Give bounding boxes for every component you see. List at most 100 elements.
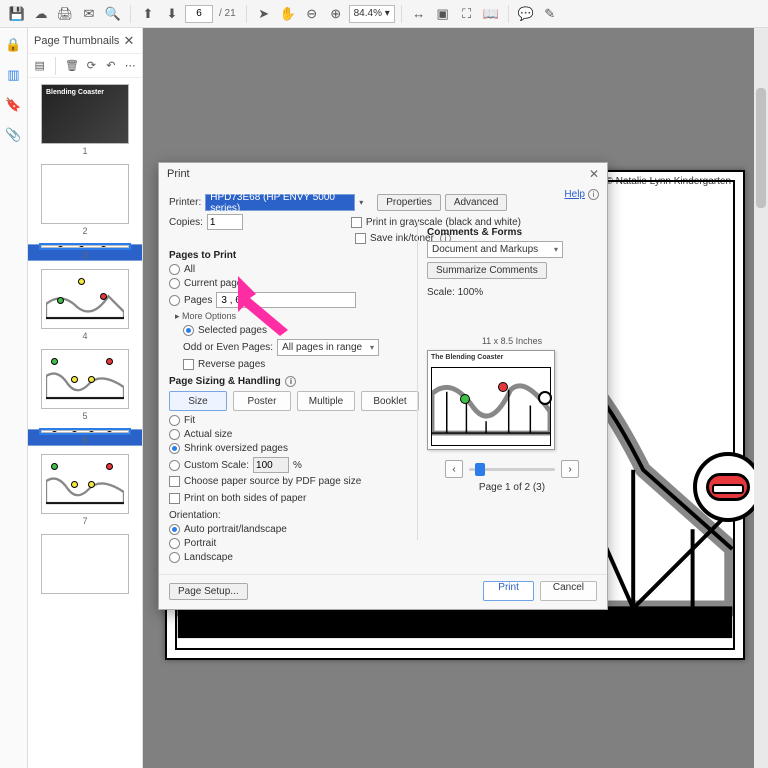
print-preview: The Blending Coaster — [427, 350, 555, 450]
fit-radio[interactable] — [169, 415, 180, 426]
comments-select[interactable]: Document and Markups — [427, 241, 563, 258]
app-toolbar: 💾 ☁ 🖨 ✉ 🔍 ⬆ ⬇ / 21 ➤ ✋ ⊖ ⊕ 84.4% ▾ ↔ ▣ ⛶… — [0, 0, 768, 28]
copies-input[interactable] — [207, 214, 243, 230]
left-rail: 🔒 ▥ 🔖 📎 — [0, 28, 28, 768]
all-radio[interactable] — [169, 264, 180, 275]
copies-label: Copies: — [169, 217, 203, 228]
save-icon[interactable]: 💾 — [6, 3, 28, 25]
thumb-delete-icon[interactable]: 🗑 — [64, 57, 79, 75]
page-down-icon[interactable]: ⬇ — [161, 3, 183, 25]
portrait-radio[interactable] — [169, 538, 180, 549]
info-icon[interactable]: i — [588, 189, 599, 200]
thumbnail-item[interactable]: Blending Coaster 1 — [41, 84, 129, 156]
thumbnail-panel: Page Thumbnails ✕ ▤ 🗑 ⟳ ↶ ⋯ Blending Coa… — [28, 28, 143, 768]
cloud-upload-icon[interactable]: ☁ — [30, 3, 52, 25]
comment-icon[interactable]: 💬 — [515, 3, 537, 25]
close-icon[interactable]: ✕ — [589, 167, 599, 181]
read-mode-icon[interactable]: 📖 — [480, 3, 502, 25]
tab-multiple[interactable]: Multiple — [297, 391, 355, 411]
page-total-label: / 21 — [219, 8, 236, 19]
scale-label: Scale: 100% — [427, 287, 597, 298]
fit-page-icon[interactable]: ▣ — [432, 3, 454, 25]
auto-orient-radio[interactable] — [169, 524, 180, 535]
email-icon[interactable]: ✉ — [78, 3, 100, 25]
thumb-rotate-icon[interactable]: ⟳ — [84, 57, 99, 75]
thumbnail-item[interactable]: 3 — [28, 244, 142, 261]
thumbnail-toolbar: ▤ 🗑 ⟳ ↶ ⋯ — [28, 54, 142, 78]
odd-even-select[interactable]: All pages in range — [277, 339, 379, 356]
bookmark-icon[interactable]: 🔖 — [3, 94, 25, 116]
attachment-icon[interactable]: 📎 — [3, 124, 25, 146]
summarize-button[interactable]: Summarize Comments — [427, 262, 547, 279]
vertical-scrollbar[interactable] — [754, 28, 768, 768]
tab-size[interactable]: Size — [169, 391, 227, 411]
thumbnail-item[interactable]: 6 — [28, 429, 142, 446]
close-icon[interactable]: ✕ — [122, 34, 136, 48]
paper-size-label: 11 x 8.5 Inches — [427, 336, 597, 346]
comments-heading: Comments & Forms — [427, 227, 597, 238]
lock-icon[interactable]: 🔒 — [3, 34, 25, 56]
grayscale-checkbox[interactable] — [351, 217, 362, 228]
shrink-radio[interactable] — [169, 443, 180, 454]
slider-thumb[interactable] — [475, 463, 485, 476]
thumbnail-list[interactable]: Blending Coaster 1 2 3 4 5 6 7 — [28, 78, 142, 768]
properties-button[interactable]: Properties — [377, 194, 441, 211]
preview-slider[interactable] — [469, 468, 555, 471]
choose-source-checkbox[interactable] — [169, 476, 180, 487]
thumb-undo-icon[interactable]: ↶ — [103, 57, 118, 75]
help-link[interactable]: Help — [564, 189, 585, 200]
zoom-in-icon[interactable]: ⊕ — [325, 3, 347, 25]
thumbnail-item[interactable]: 5 — [41, 349, 129, 421]
selected-pages-radio[interactable] — [183, 325, 194, 336]
custom-scale-radio[interactable] — [169, 460, 180, 471]
cancel-button[interactable]: Cancel — [540, 581, 597, 601]
print-dialog: Print ✕ Help i Printer: HPD73E68 (HP ENV… — [158, 162, 608, 610]
dialog-title: Print — [167, 168, 190, 180]
save-ink-checkbox[interactable] — [355, 233, 366, 244]
reverse-checkbox[interactable] — [183, 359, 194, 370]
pages-to-print-heading: Pages to Print — [169, 250, 419, 261]
pages-input[interactable] — [216, 292, 356, 308]
thumbnail-item[interactable]: 4 — [41, 269, 129, 341]
thumbnail-item[interactable]: 2 — [41, 164, 129, 236]
fullscreen-icon[interactable]: ⛶ — [456, 3, 478, 25]
more-options-toggle[interactable]: ▸ More Options — [175, 311, 236, 322]
pointer-icon[interactable]: ➤ — [253, 3, 275, 25]
orientation-label: Orientation: — [169, 510, 419, 521]
custom-scale-input[interactable] — [253, 457, 289, 473]
both-sides-checkbox[interactable] — [169, 493, 180, 504]
thumb-options-icon[interactable]: ▤ — [32, 57, 47, 75]
tab-poster[interactable]: Poster — [233, 391, 291, 411]
print-icon[interactable]: 🖨 — [54, 3, 76, 25]
zoom-out-icon[interactable]: ⊖ — [301, 3, 323, 25]
thumbnail-title: Page Thumbnails — [34, 35, 119, 47]
next-page-button[interactable]: › — [561, 460, 579, 478]
page-up-icon[interactable]: ⬆ — [137, 3, 159, 25]
sign-icon[interactable]: ✎ — [539, 3, 561, 25]
advanced-button[interactable]: Advanced — [445, 194, 507, 211]
thumbnail-item[interactable] — [41, 534, 129, 594]
mouth-icon — [693, 452, 763, 522]
hand-icon[interactable]: ✋ — [277, 3, 299, 25]
info-icon[interactable]: i — [285, 376, 296, 387]
landscape-radio[interactable] — [169, 552, 180, 563]
zoom-level[interactable]: 84.4% ▾ — [349, 5, 395, 23]
prev-page-button[interactable]: ‹ — [445, 460, 463, 478]
thumbnails-icon[interactable]: ▥ — [3, 64, 25, 86]
sizing-heading: Page Sizing & Handling i — [169, 376, 419, 387]
tab-booklet[interactable]: Booklet — [361, 391, 419, 411]
current-page-radio[interactable] — [169, 278, 180, 289]
fit-width-icon[interactable]: ↔ — [408, 3, 430, 25]
page-number-input[interactable] — [185, 5, 213, 23]
thumb-more-icon[interactable]: ⋯ — [123, 57, 138, 75]
print-button[interactable]: Print — [483, 581, 534, 601]
search-icon[interactable]: 🔍 — [102, 3, 124, 25]
preview-page-count: Page 1 of 2 (3) — [427, 482, 597, 493]
printer-label: Printer: — [169, 197, 201, 208]
thumbnail-item[interactable]: 7 — [41, 454, 129, 526]
scroll-thumb[interactable] — [756, 88, 766, 208]
page-setup-button[interactable]: Page Setup... — [169, 583, 248, 600]
actual-radio[interactable] — [169, 429, 180, 440]
printer-select[interactable]: HPD73E68 (HP ENVY 5000 series) — [205, 194, 355, 211]
pages-radio[interactable] — [169, 295, 180, 306]
